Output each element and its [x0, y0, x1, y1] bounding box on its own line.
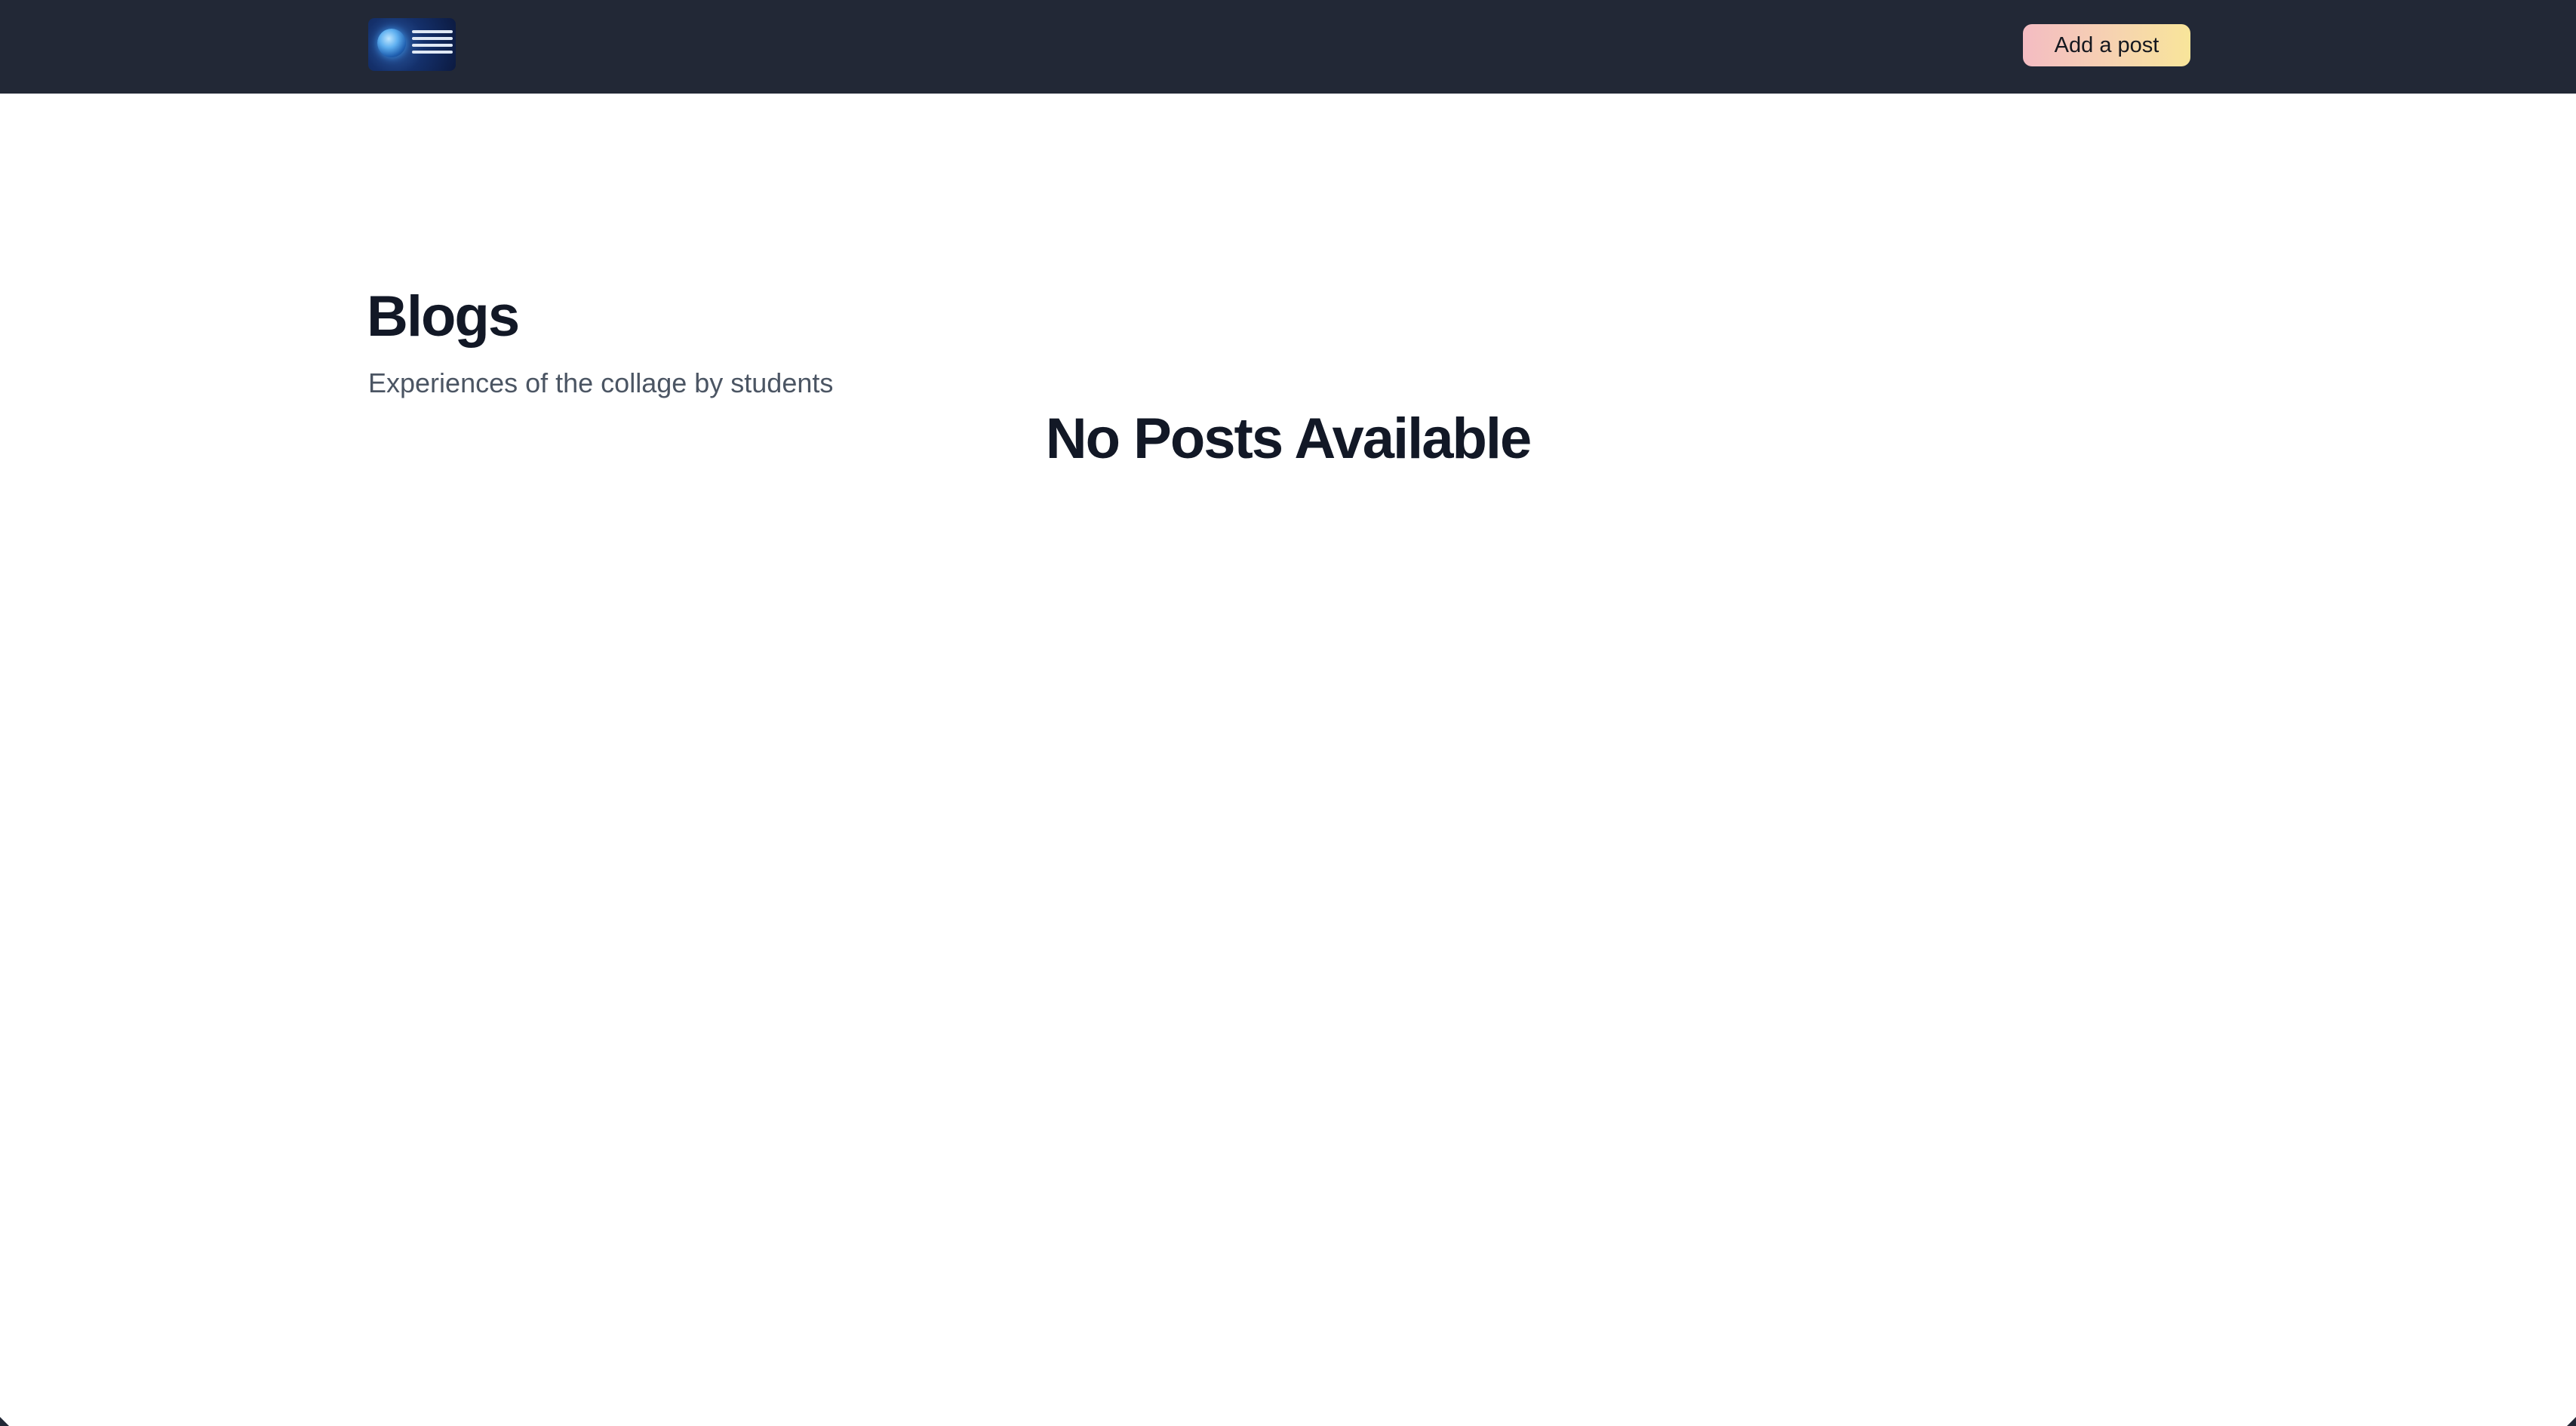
page-subtitle: Experiences of the collage by students [368, 367, 834, 398]
window-corner-left [0, 1417, 9, 1426]
add-post-button[interactable]: Add a post [2023, 24, 2190, 66]
empty-state-message: No Posts Available [1045, 407, 1532, 471]
top-navbar: Add a post [0, 0, 2576, 94]
face-globe-icon [377, 29, 406, 57]
window-corner-right [2567, 1417, 2576, 1426]
page-title: Blogs [367, 284, 520, 349]
logo-wordmark [412, 30, 453, 57]
site-logo[interactable] [368, 18, 456, 71]
